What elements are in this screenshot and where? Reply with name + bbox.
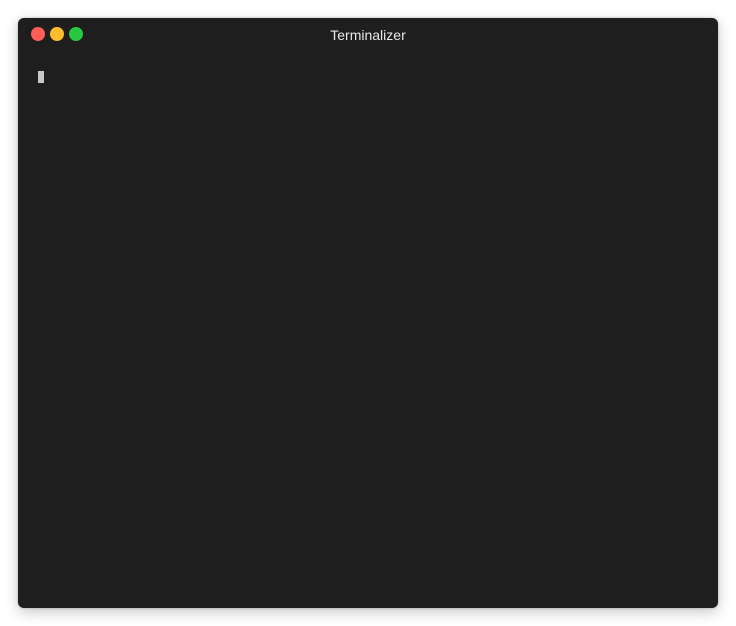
window-title: Terminalizer <box>330 27 406 43</box>
terminal-output[interactable] <box>18 52 718 608</box>
title-bar: Terminalizer <box>18 18 718 52</box>
text-cursor <box>38 71 44 83</box>
terminal-window: Terminalizer <box>18 18 718 608</box>
